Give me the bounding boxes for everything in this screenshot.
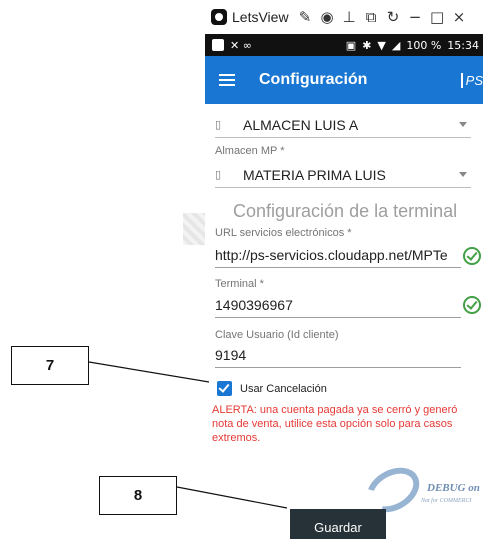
check-circle-icon [463,247,481,265]
arrow-7 [88,361,210,383]
clave-field[interactable]: 9194 [215,344,461,368]
alert-message: ALERTA: una cuenta pagada ya se cerró y … [212,404,458,444]
usar-cancelacion-label: Usar Cancelación [240,382,327,395]
faded-artifact [183,213,205,245]
terminal-label: Terminal * [215,278,264,290]
screenshot-icon[interactable]: ⧉ [363,8,380,26]
almacen-mp-value: MATERIA PRIMA LUIS [243,166,386,183]
debug-subtext: Not for COMMERCI [421,498,472,504]
maximize-button[interactable]: □ [429,8,446,26]
menu-icon[interactable] [219,74,235,86]
warehouse-icon: ▯ [215,118,222,131]
pin-icon[interactable]: ⊥ [341,8,358,26]
save-button[interactable]: Guardar [290,509,386,539]
debug-text: DEBUG on [427,482,480,494]
terminal-field[interactable]: 1490396967 [215,294,461,318]
almacen-mp-spinner[interactable]: ▯ MATERIA PRIMA LUIS [215,162,471,188]
record-icon[interactable]: ◉ [319,8,336,26]
url-field[interactable]: http://ps-servicios.cloudapp.net/MPTe [215,244,461,268]
notification-icon [212,39,224,51]
page-title: Configuración [259,71,368,88]
rotate-icon[interactable]: ↻ [385,8,402,26]
status-bar: ✕ ∞ ▣ ✱ ▼ ◢ 100 % 15:34 [205,34,483,56]
bluetooth-icon: ✱ [362,38,372,52]
almacen-value: ALMACEN LUIS A [243,116,359,133]
brush-icon[interactable]: ✎ [297,8,314,26]
cast-icon: ▣ [345,38,357,52]
status-left-glyphs: ✕ ∞ [230,38,252,52]
warehouse-icon: ▯ [215,168,222,181]
letsview-logo [211,9,227,25]
callout-8: 8 [99,476,177,515]
ps-logo: PS [460,72,483,88]
window-toolbar: ✎ ◉ ⊥ ⧉ ↻ − □ × [297,8,468,26]
usar-cancelacion-checkbox[interactable] [217,381,232,396]
letsview-title-bar: LetsView ✎ ◉ ⊥ ⧉ ↻ − □ × [205,0,483,34]
usar-cancelacion-row[interactable]: Usar Cancelación [217,381,327,396]
window-title: LetsView [232,9,289,25]
almacen-spinner[interactable]: ▯ ALMACEN LUIS A [215,112,471,138]
url-label: URL servicios electrónicos * [215,227,352,239]
signal-icon: ◢ [391,38,401,52]
clave-label: Clave Usuario (Id cliente) [215,329,339,341]
dropdown-arrow-icon [459,172,467,177]
dropdown-arrow-icon [459,122,467,127]
almacen-mp-label: Almacen MP * [215,145,285,157]
clock: 15:34 [447,38,479,52]
check-circle-icon [463,296,481,314]
section-title: Configuración de la terminal [233,201,458,221]
minimize-button[interactable]: − [407,8,424,26]
callout-7: 7 [11,346,89,385]
config-form: ▯ ALMACEN LUIS A Almacen MP * ▯ MATERIA … [205,104,483,539]
battery-text: 100 % [406,38,442,52]
app-bar: Configuración PS [205,56,483,104]
close-button[interactable]: × [451,8,468,26]
wifi-icon: ▼ [377,38,386,52]
